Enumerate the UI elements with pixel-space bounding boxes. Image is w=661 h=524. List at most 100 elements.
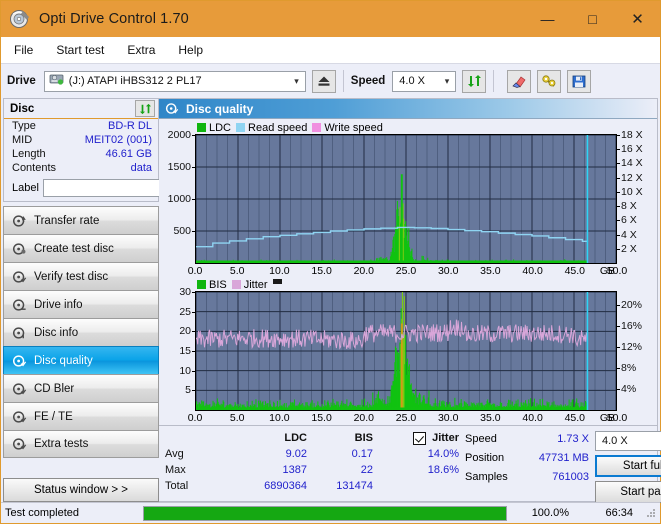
menu-item-help[interactable]: Help — [175, 41, 213, 59]
refresh-button[interactable] — [462, 69, 487, 93]
sidebar-item-extra-tests[interactable]: Extra tests — [3, 430, 159, 458]
stats-max-jitter: 18.6% — [427, 464, 459, 476]
sidebar-item-label: Disc info — [34, 326, 79, 339]
stats-row-avg: Avg 9.02 0.17 14.0% — [165, 446, 465, 462]
chart2-legend: BIS Jitter — [163, 278, 653, 291]
menu-item-file[interactable]: File — [11, 41, 43, 59]
sidebar-item-label: Drive info — [34, 298, 83, 311]
extra-tests-icon — [12, 438, 27, 450]
axis-tick-label: 12% — [621, 341, 643, 354]
app-window: Opti Drive Control 1.70 — □ ✕ File Start… — [0, 0, 661, 524]
speed-select[interactable]: 4.0 X ▾ — [392, 70, 457, 92]
drive-toolbar: Drive (J:) ATAPI iHBS312 2 PL17 ▾ Speed — [1, 63, 660, 98]
axis-unit-label: GB — [599, 265, 615, 277]
disc-refresh-button[interactable] — [135, 100, 155, 117]
sidebar-item-disc-quality[interactable]: Disc quality — [3, 346, 159, 374]
sidebar-item-label: FE / TE — [34, 410, 73, 423]
axis-tick-label: 14 X — [621, 157, 643, 170]
chart2-x-axis: 0.0 5.0 10.0 15.0 20.0 25.0 30.0 35.0 40.0 45.0 50… — [188, 411, 628, 425]
disc-info-box: Disc Type BD-R DL MID MEIT02 (001) Lengt… — [3, 98, 247, 202]
axis-tick-label: 10.0 — [269, 412, 290, 424]
sidebar-item-verify-test-disc[interactable]: Verify test disc — [3, 262, 159, 290]
axis-tick-label: 25.0 — [395, 412, 417, 424]
close-button[interactable]: ✕ — [615, 1, 660, 37]
window-controls: — □ ✕ — [525, 1, 660, 37]
chart1-plot[interactable] — [195, 134, 617, 264]
stats-total-bis: 131474 — [336, 480, 373, 492]
stats-row-label: Avg — [165, 448, 184, 460]
axis-tick-label: 40.0 — [522, 412, 543, 424]
settings-button[interactable] — [537, 69, 562, 93]
axis-tick-label: 12 X — [621, 171, 643, 184]
disc-key-mid: MID — [12, 134, 33, 146]
disc-value-type: BD-R DL — [107, 120, 152, 132]
legend-swatch-icon — [231, 280, 241, 289]
start-full-button[interactable]: Start full — [595, 455, 661, 477]
legend-swatch-icon — [312, 123, 322, 132]
disc-verify-icon — [12, 270, 27, 283]
axis-tick-label: 15 — [179, 345, 191, 357]
start-part-button[interactable]: Start part — [595, 481, 661, 503]
legend-write-speed: Write speed — [312, 122, 383, 134]
maximize-button[interactable]: □ — [570, 1, 615, 37]
axis-tick-label: 6 X — [621, 214, 637, 227]
erase-button[interactable] — [507, 69, 532, 93]
menu-item-extra[interactable]: Extra — [124, 41, 165, 59]
progress-percent: 100.0% — [531, 507, 569, 519]
axis-tick-label: 10 X — [621, 185, 643, 198]
stats-header-ldc: LDC — [284, 432, 307, 444]
menu-item-start-test[interactable]: Start test — [53, 41, 114, 59]
axis-tick-label: 15.0 — [311, 265, 332, 277]
minimize-button[interactable]: — — [525, 1, 570, 37]
eject-button[interactable] — [311, 69, 336, 93]
speed-stat-value: 1.73 X — [557, 432, 589, 445]
sidebar-item-label: Transfer rate — [34, 214, 100, 227]
disc-row-contents: Contents data — [4, 161, 158, 175]
axis-tick-label: 20.0 — [353, 265, 375, 277]
samples-stat-row: Samples 761003 — [465, 468, 589, 485]
axis-tick-label: 8% — [621, 362, 637, 375]
floppy-save-icon — [572, 75, 586, 87]
stats-avg-jitter: 14.0% — [427, 448, 459, 460]
axis-tick-label: 20 — [179, 325, 191, 338]
save-button[interactable] — [567, 69, 592, 93]
window-title: Opti Drive Control 1.70 — [39, 11, 189, 27]
chart1-y-axis: 500 1000 1500 2000 — [163, 129, 195, 264]
axis-tick — [617, 163, 620, 165]
axis-tick — [617, 220, 620, 222]
disc-quality-panel: Disc quality LDC Read speed Write speed … — [159, 98, 661, 503]
sidebar-item-create-test-disc[interactable]: Create test disc — [3, 234, 159, 262]
legend-label: BIS — [209, 278, 227, 291]
panel-header: Disc quality — [159, 99, 657, 119]
axis-tick-label: 30.0 — [437, 412, 459, 424]
disc-value-mid: MEIT02 (001) — [84, 134, 152, 146]
axis-tick — [617, 149, 620, 151]
fe-te-icon — [12, 410, 27, 423]
axis-tick-label: 10 — [179, 364, 191, 377]
drive-select[interactable]: (J:) ATAPI iHBS312 2 PL17 ▾ — [43, 70, 306, 92]
axis-tick-label: 35.0 — [480, 265, 501, 277]
test-speed-select[interactable]: 4.0 X ▾ — [595, 431, 661, 451]
disc-row-mid: MID MEIT02 (001) — [4, 133, 158, 147]
legend-ldc: LDC — [197, 122, 231, 134]
sidebar-item-disc-info[interactable]: Disc info — [3, 318, 159, 346]
sidebar-item-cd-bler[interactable]: CD Bler — [3, 374, 159, 402]
status-window-button[interactable]: Status window > > — [3, 478, 159, 502]
legend-bis: BIS — [197, 279, 227, 291]
stats-row-label: Total — [165, 480, 189, 492]
toolbar-divider-1 — [342, 70, 344, 92]
sidebar-item-fe-te[interactable]: FE / TE — [3, 402, 159, 430]
jitter-checkbox[interactable] — [413, 431, 427, 445]
sidebar-item-drive-info[interactable]: Drive info — [3, 290, 159, 318]
chart2-plot[interactable] — [195, 291, 617, 411]
main-content: Disc Type BD-R DL MID MEIT02 (001) Lengt… — [1, 98, 661, 503]
axis-tick-label: 16% — [621, 320, 643, 333]
test-controls: Speed 1.73 X Position 47731 MB Samples 7… — [465, 430, 661, 503]
resize-grip-icon[interactable] — [645, 507, 657, 519]
title-bar: Opti Drive Control 1.70 — □ ✕ — [1, 1, 660, 37]
chart2-row: 5 10 15 20 25 30 4% 8% 12% 16% 20% — [163, 286, 653, 411]
chart2-marker-icon — [272, 279, 282, 284]
legend-swatch-icon — [197, 123, 206, 132]
disc-value-contents: data — [130, 162, 152, 174]
sidebar-item-transfer-rate[interactable]: Transfer rate — [3, 206, 159, 234]
